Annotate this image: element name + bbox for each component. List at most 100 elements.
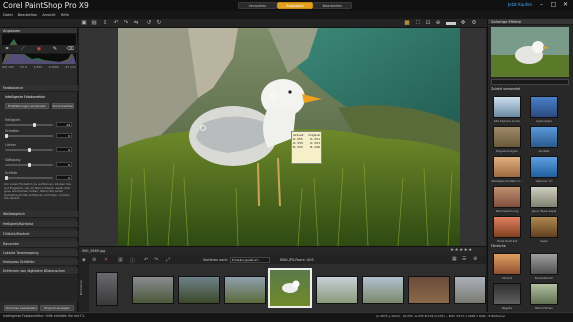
thumbnail[interactable] (132, 276, 174, 304)
sort-dropdown[interactable]: Erstellungsdatum - Absolut (230, 257, 270, 267)
section-farbbalance[interactable]: Farbbalance (0, 85, 78, 92)
menu-hilfe[interactable]: Hilfe (61, 13, 69, 17)
menu-bar: Datei Bearbeiten Ansicht Hilfe (0, 11, 573, 19)
slider-label: Schatten (5, 129, 20, 133)
rotate-left-icon[interactable]: ↶ (112, 20, 120, 27)
library-tab[interactable]: Bibliothek (79, 264, 89, 312)
tag-icon[interactable]: ⊘ (92, 257, 96, 263)
menu-datei[interactable]: Datei (3, 13, 13, 17)
effect-thumbnail[interactable] (493, 283, 521, 305)
section-rauschen[interactable]: Rauschen (0, 241, 78, 248)
effect-thumbnail[interactable] (530, 156, 558, 178)
undo-icon[interactable]: ↺ (145, 20, 153, 27)
slider-value-field[interactable]: 0 (56, 162, 72, 167)
effect-thumbnail[interactable] (493, 96, 521, 118)
section-weissabgleich[interactable]: Weißabgleich (0, 211, 78, 218)
effect-thumbnail[interactable] (493, 253, 521, 275)
slider-track[interactable] (5, 176, 53, 180)
effect-thumbnail[interactable] (530, 126, 558, 148)
section-helligkeit[interactable]: Helligkeit/Kontrast (0, 221, 78, 228)
rotate-left-icon-2[interactable]: ↶ (144, 257, 148, 263)
effect-thumbnail[interactable] (493, 156, 521, 178)
show-original-button[interactable]: Original anzeigen (40, 305, 74, 311)
thumbnail[interactable] (316, 276, 358, 304)
slider-track[interactable] (5, 134, 53, 138)
slider-knob[interactable] (27, 163, 31, 167)
slider-knob[interactable] (32, 123, 36, 127)
rating-stars[interactable]: ★★★★★ (450, 248, 473, 253)
clone-icon[interactable]: ✎ (51, 46, 59, 53)
slider-knob[interactable] (5, 176, 8, 180)
photo-icon[interactable]: ▩ (403, 20, 411, 27)
menu-ansicht[interactable]: Ansicht (42, 13, 55, 17)
effect-thumbnail[interactable] (530, 253, 558, 275)
delete-icon[interactable]: ✕ (104, 257, 108, 263)
expand-icon[interactable]: ⤢ (166, 257, 170, 263)
zoom-filmstrip-icon[interactable]: ⊕ (473, 256, 477, 262)
thumbnail-selected[interactable] (268, 268, 312, 308)
slider-track[interactable] (5, 163, 53, 167)
filter-icon[interactable]: ◈ (82, 257, 86, 263)
thumbnail[interactable] (224, 276, 266, 304)
rotate-right-icon[interactable]: ↷ (122, 20, 130, 27)
slider-value-field[interactable]: 0 (56, 133, 72, 138)
tab-bearbeiten[interactable]: Bearbeiten (313, 2, 352, 9)
share-icon[interactable]: ⇪ (101, 20, 109, 27)
list-view-icon[interactable]: ☰ (462, 256, 466, 262)
save-as-icon[interactable]: ▤ (90, 20, 98, 27)
effect-thumbnail[interactable] (493, 216, 521, 238)
slider-knob[interactable] (27, 148, 31, 152)
apply-suggestions-button[interactable]: Empfehlungen anwenden (5, 103, 49, 109)
reset-button[interactable]: Zurücksetzen (52, 103, 74, 109)
tab-verwalten[interactable]: Verwalten (238, 2, 277, 9)
preview-button[interactable]: Vorschau bearbeiten (4, 305, 38, 311)
redo-icon[interactable]: ↻ (155, 20, 163, 27)
slider-value-field[interactable]: 19 (56, 122, 72, 127)
maximize-button[interactable]: □ (548, 1, 559, 9)
zoom-slider[interactable] (446, 22, 456, 25)
tab-anpassen[interactable]: Anpassen (277, 2, 313, 9)
main-photo[interactable] (118, 28, 460, 246)
red-eye-icon[interactable]: ◉ (35, 46, 43, 53)
flip-icon[interactable]: ⇋ (132, 20, 140, 27)
thumbnail[interactable] (408, 276, 450, 304)
section-hochpass[interactable]: Hochpass Schärfen (0, 259, 78, 266)
buy-now-link[interactable]: Jetzt Kaufen (508, 2, 532, 7)
fullscreen-icon[interactable]: ⛶ (414, 20, 422, 27)
section-fuelllicht[interactable]: Fülllicht/Klarheit (0, 231, 78, 238)
settings-icon[interactable]: ⚙ (470, 20, 478, 27)
zoom-icon[interactable]: ⊕ (434, 20, 442, 27)
thumbnail[interactable] (454, 276, 486, 304)
effect-thumbnail[interactable] (530, 216, 558, 238)
section-rauschentfernung[interactable]: Entfernen von digitalem Bildrauschen (0, 268, 78, 275)
effect-thumbnail[interactable] (493, 126, 521, 148)
slider-value-field[interactable]: 0 (56, 147, 72, 152)
raw-jpg-filter[interactable]: RAW-JPG-Paare: AUS (280, 258, 314, 262)
close-button[interactable]: ✕ (560, 1, 571, 9)
section-lokale[interactable]: Lokales Tonemapping (0, 250, 78, 257)
fit-icon[interactable]: ⊡ (424, 20, 432, 27)
hand-icon[interactable]: ✥ (459, 20, 467, 27)
grid-view-icon[interactable]: ▦ (452, 256, 457, 262)
thumbnail[interactable] (96, 272, 118, 306)
effect-thumbnail[interactable] (530, 283, 558, 305)
straighten-icon[interactable]: ⟋ (19, 46, 27, 53)
effect-thumbnail[interactable] (530, 96, 558, 118)
minimize-button[interactable]: – (536, 1, 547, 9)
compare-icon[interactable]: ▥ (118, 257, 123, 263)
effect-category-dropdown[interactable] (491, 79, 569, 85)
slider-value-field[interactable]: 0 (56, 175, 72, 180)
slider-track[interactable] (5, 123, 53, 127)
brush-icon[interactable]: ⌫ (66, 46, 74, 53)
effect-thumbnail[interactable] (493, 186, 521, 208)
rotate-right-icon-2[interactable]: ↷ (154, 257, 158, 263)
info-icon[interactable]: ⓘ (130, 257, 135, 264)
slider-knob[interactable] (5, 134, 8, 138)
thumbnail[interactable] (362, 276, 404, 304)
save-icon[interactable]: ▣ (80, 20, 88, 27)
crop-icon[interactable]: ⌗ (3, 46, 11, 53)
menu-bearbeiten[interactable]: Bearbeiten (18, 13, 38, 17)
effect-thumbnail[interactable] (530, 186, 558, 208)
slider-track[interactable] (5, 148, 53, 152)
thumbnail[interactable] (178, 276, 220, 304)
